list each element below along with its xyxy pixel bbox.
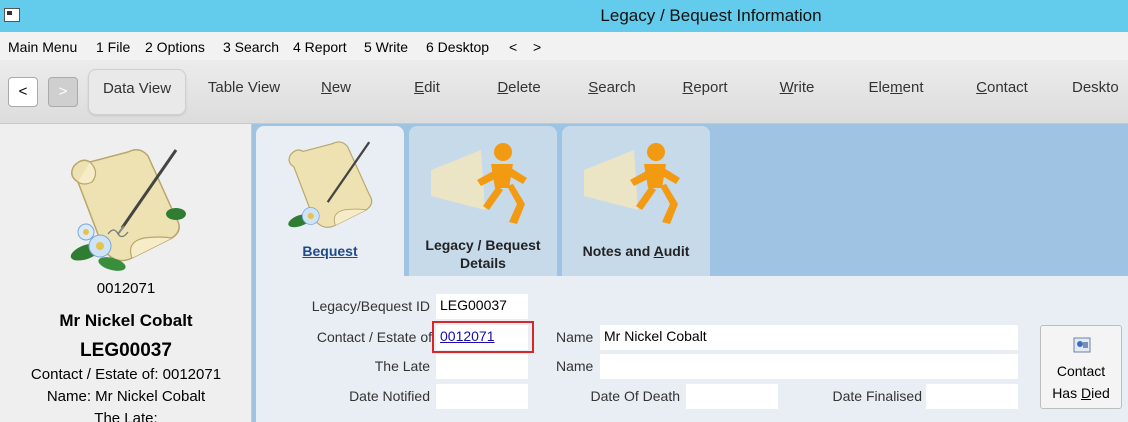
legacy-id-label: Legacy/Bequest ID [311,298,430,314]
scroll-quill-icon [70,149,186,271]
tab-legacy-bequest-details[interactable]: Legacy / Bequest Details [409,126,557,276]
contact-label-rest: ontact [986,79,1028,96]
contact-died-hotkey: D [1080,385,1092,401]
desktop-button[interactable]: Deskto [1072,69,1128,115]
record-summary-sidebar: 0012071 Mr Nickel Cobalt LEG00037 Contac… [0,124,252,422]
the-late-label: The Late [374,358,430,374]
tab-legacy-details-line2: Details [460,255,506,271]
window-title: Legacy / Bequest Information [600,6,822,25]
element-label-pre: Ele [868,79,891,96]
write-hotkey: W [779,79,794,96]
new-button[interactable]: New [306,69,366,115]
new-label-rest: ew [331,79,352,96]
sidebar-contact-name: Mr Nickel Cobalt [59,311,193,330]
name2-field[interactable] [600,354,1018,379]
element-label-rest: ent [902,79,924,96]
menu-file[interactable]: 1 File [96,39,130,55]
table-view-button[interactable]: Table View [196,69,292,115]
tab-notes-audit-post: udit [663,243,690,259]
running-man-icon [584,143,680,224]
menu-search[interactable]: 3 Search [223,39,279,55]
scroll-quill-icon [288,141,373,228]
forward-button[interactable]: > [48,77,78,107]
name2-label: Name [556,358,594,374]
search-label-rest: earch [598,79,636,96]
report-button[interactable]: Report [672,69,738,115]
date-finalised-label: Date Finalised [832,388,923,404]
sidebar-contact-number: 0012071 [96,280,156,297]
date-finalised-field[interactable] [926,384,1018,409]
edit-label-rest: dit [424,79,440,96]
back-button[interactable]: < [8,77,38,107]
toolbar: < > Data View Table View New Edit Delete… [0,60,1128,124]
sidebar-late-line: The Late: [94,410,158,422]
contact-estate-label: Contact / Estate of [316,329,432,345]
contact-died-icon [1073,337,1091,353]
date-notified-label: Date Notified [349,388,430,404]
contact-hotkey: C [976,79,987,96]
data-view-button[interactable]: Data View [88,69,186,115]
tab-legacy-details-line1: Legacy / Bequest [425,237,541,253]
date-of-death-label: Date Of Death [590,388,681,404]
edit-hotkey: E [414,79,425,96]
menu-options[interactable]: 2 Options [145,39,205,55]
name-label: Name [556,329,594,345]
write-label-rest: rite [793,79,815,96]
tab-notes-and-audit[interactable]: Notes and Audit [562,126,710,276]
menu-main-menu[interactable]: Main Menu [8,39,77,55]
new-hotkey: N [320,79,332,96]
contact-died-line1: Contact [1056,363,1106,379]
element-hotkey: m [890,79,903,96]
contact-has-died-button[interactable]: Contact Has Died [1040,325,1122,409]
sidebar-contact-line: Contact / Estate of: 0012071 [30,366,222,383]
menu-write[interactable]: 5 Write [364,39,408,55]
delete-hotkey: D [497,79,509,96]
search-hotkey: S [588,79,599,96]
menu-scroll-left[interactable]: < [509,39,517,55]
contact-field-highlight [432,321,534,353]
tab-notes-audit-hotkey: A [653,243,664,259]
contact-died-pre: Has [1052,385,1081,401]
delete-button[interactable]: Delete [486,69,552,115]
main-content: Bequest Legacy / Bequest Details Notes an… [252,124,1128,422]
edit-button[interactable]: Edit [398,69,456,115]
tab-legacy-details-label: Legacy / Bequest Details [409,236,557,272]
the-late-field[interactable] [436,354,528,379]
running-man-icon [431,143,527,224]
sidebar-name-line: Name: Mr Nickel Cobalt [46,388,206,405]
contact-died-line2: Has Died [1041,385,1121,401]
bequest-form: Legacy/Bequest ID LEG00037 Contact / Est… [256,276,1128,422]
tab-notes-audit-label: Notes and Audit [562,243,710,259]
report-label-rest: eport [693,79,728,96]
name-field[interactable]: Mr Nickel Cobalt [600,325,1018,350]
delete-label-rest: elete [508,79,541,96]
write-button[interactable]: Write [770,69,824,115]
title-bar: Legacy / Bequest Information [0,0,1128,32]
report-hotkey: R [682,79,694,96]
tab-notes-audit-pre: Notes and [582,243,654,259]
legacy-id-field[interactable]: LEG00037 [436,294,528,319]
contact-died-post: ied [1091,385,1110,401]
date-of-death-field[interactable] [686,384,778,409]
sidebar-legacy-id: LEG00037 [80,340,172,361]
contact-button[interactable]: Contact [964,69,1040,115]
menu-scroll-right[interactable]: > [533,39,541,55]
element-button[interactable]: Element [858,69,934,115]
menu-bar: Main Menu 1 File 2 Options 3 Search 4 Re… [0,32,1128,60]
menu-report[interactable]: 4 Report [293,39,347,55]
search-button[interactable]: Search [578,69,646,115]
menu-desktop[interactable]: 6 Desktop [426,39,489,55]
tab-bequest-label: Bequest [302,243,358,259]
tab-bequest[interactable]: Bequest [256,126,404,278]
date-notified-field[interactable] [436,384,528,409]
